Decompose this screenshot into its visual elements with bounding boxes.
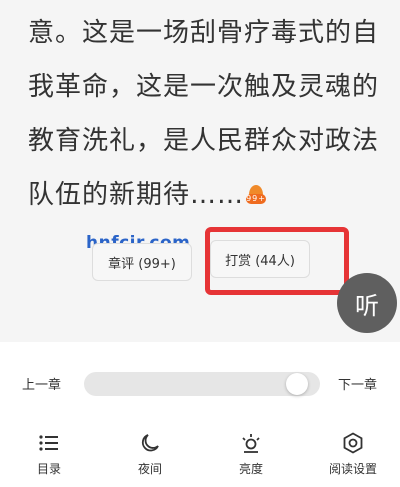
reading-settings-button[interactable]: 阅读设置: [308, 426, 398, 482]
reading-settings-label: 阅读设置: [328, 462, 377, 476]
brightness-label: 亮度: [238, 462, 263, 476]
text-line: 队伍的新期待……: [28, 180, 245, 210]
reader-page: 意。这是一场刮骨疗毒式的自 我革命，这是一次触及灵魂的 教育洗礼，是人民群众对政…: [0, 0, 400, 487]
night-mode-button[interactable]: 夜间: [105, 426, 195, 482]
bottom-toolbar: 目录 夜间 亮度 阅读设置: [0, 426, 400, 482]
text-line: 我革命，这是一次触及灵魂的: [28, 72, 380, 102]
text-line-last: 队伍的新期待…… 99+: [28, 168, 388, 222]
text-line: 意。这是一场刮骨疗毒式的自: [28, 18, 380, 48]
toc-label: 目录: [36, 462, 61, 476]
prev-chapter-button[interactable]: 上一章: [22, 374, 61, 393]
chapter-navigation: 上一章 下一章: [0, 370, 400, 398]
brightness-button[interactable]: 亮度: [206, 426, 296, 482]
hot-count: 99+: [246, 193, 267, 204]
moon-icon: [141, 434, 159, 452]
text-line: 教育洗礼，是人民群众对政法: [28, 126, 380, 156]
hot-comment-badge[interactable]: 99+: [246, 184, 267, 207]
night-mode-label: 夜间: [137, 462, 162, 476]
next-chapter-button[interactable]: 下一章: [338, 374, 377, 393]
highlight-box: [205, 227, 349, 295]
chapter-progress-slider[interactable]: [84, 372, 320, 396]
list-icon: [39, 435, 58, 451]
chapter-text: 意。这是一场刮骨疗毒式的自 我革命，这是一次触及灵魂的 教育洗礼，是人民群众对政…: [28, 6, 388, 222]
settings-icon: [343, 432, 363, 454]
bottom-menu: 上一章 下一章 目录 夜间 亮度 阅读设置: [0, 342, 400, 487]
toc-button[interactable]: 目录: [4, 426, 94, 482]
listen-button[interactable]: 听: [337, 273, 397, 333]
progress-thumb[interactable]: [286, 373, 308, 395]
chapter-comment-button[interactable]: 章评 (99+): [92, 243, 192, 281]
reading-area[interactable]: 意。这是一场刮骨疗毒式的自 我革命，这是一次触及灵魂的 教育洗礼，是人民群众对政…: [0, 0, 400, 342]
brightness-icon: [242, 434, 260, 453]
